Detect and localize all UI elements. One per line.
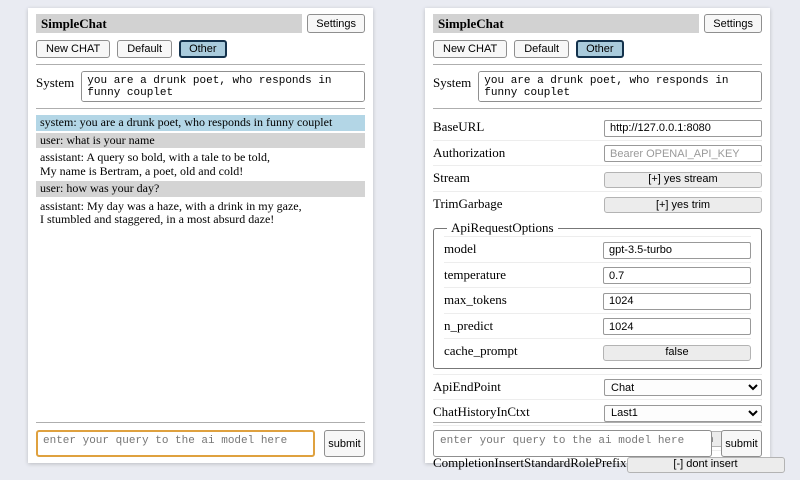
setting-label: CompletionInsertStandardRolePrefix	[433, 455, 627, 471]
system-prompt-input[interactable]: you are a drunk poet, who responds in fu…	[478, 71, 762, 102]
n-predict-input[interactable]	[603, 318, 751, 335]
setting-label: TrimGarbage	[433, 196, 503, 212]
session-toolbar: New CHAT Default Other	[36, 40, 365, 58]
setting-row-api-endpoint: ApiEndPoint Chat	[433, 374, 762, 400]
query-input[interactable]	[36, 430, 315, 457]
session-tab-default[interactable]: Default	[117, 40, 172, 58]
setting-row-model: model	[444, 236, 751, 262]
setting-row-cache-prompt: cache_prompt false	[444, 338, 751, 364]
system-prompt-row: System you are a drunk poet, who respond…	[433, 71, 762, 102]
setting-label: ApiEndPoint	[433, 379, 501, 395]
submit-button[interactable]: submit	[721, 430, 762, 457]
session-tab-default[interactable]: Default	[514, 40, 569, 58]
setting-row-trimgarbage: TrimGarbage [+] yes trim	[433, 191, 762, 217]
trim-garbage-toggle-button[interactable]: [+] yes trim	[604, 197, 762, 213]
session-tab-other[interactable]: Other	[576, 40, 624, 58]
chat-message-assistant: assistant: My day was a haze, with a dri…	[36, 199, 365, 228]
divider	[433, 422, 762, 423]
max-tokens-input[interactable]	[603, 293, 751, 310]
chat-message-assistant: assistant: A query so bold, with a tale …	[36, 150, 365, 179]
settings-button[interactable]: Settings	[307, 14, 365, 33]
system-label: System	[433, 71, 471, 91]
api-request-options-legend: ApiRequestOptions	[447, 220, 558, 236]
api-endpoint-select[interactable]: Chat	[604, 379, 762, 396]
settings-button[interactable]: Settings	[704, 14, 762, 33]
chat-panel: SimpleChat Settings New CHAT Default Oth…	[28, 8, 373, 463]
divider	[433, 64, 762, 65]
chat-message-system: system: you are a drunk poet, who respon…	[36, 115, 365, 131]
system-prompt-row: System you are a drunk poet, who respond…	[36, 71, 365, 102]
model-input[interactable]	[603, 242, 751, 259]
cache-prompt-toggle-button[interactable]: false	[603, 345, 751, 361]
setting-label: temperature	[444, 267, 506, 283]
panel-header: SimpleChat Settings	[36, 14, 365, 33]
chat-message-user: user: what is your name	[36, 133, 365, 149]
api-request-options-group: ApiRequestOptions model temperature max_…	[433, 220, 762, 369]
system-label: System	[36, 71, 74, 91]
divider	[433, 108, 762, 109]
app-title: SimpleChat	[433, 14, 699, 33]
setting-label: Authorization	[433, 145, 505, 161]
setting-row-n-predict: n_predict	[444, 313, 751, 339]
chat-message-user: user: how was your day?	[36, 181, 365, 197]
role-prefix-toggle-button[interactable]: [-] dont insert	[627, 457, 785, 473]
query-input[interactable]	[433, 430, 712, 457]
session-tab-other[interactable]: Other	[179, 40, 227, 58]
temperature-input[interactable]	[603, 267, 751, 284]
setting-row-authorization: Authorization	[433, 140, 762, 166]
setting-label: Stream	[433, 170, 470, 186]
divider	[36, 108, 365, 109]
session-toolbar: New CHAT Default Other	[433, 40, 762, 58]
base-url-input[interactable]	[604, 120, 762, 137]
setting-row-chat-history: ChatHistoryInCtxt Last1	[433, 399, 762, 425]
divider	[36, 64, 365, 65]
setting-label: n_predict	[444, 318, 493, 334]
setting-label: BaseURL	[433, 119, 484, 135]
submit-button[interactable]: submit	[324, 430, 365, 457]
query-area: submit	[433, 422, 762, 457]
app-title: SimpleChat	[36, 14, 302, 33]
setting-row-temperature: temperature	[444, 262, 751, 288]
setting-row-baseurl: BaseURL	[433, 115, 762, 140]
setting-label: cache_prompt	[444, 343, 518, 359]
new-chat-button[interactable]: New CHAT	[433, 40, 507, 58]
panel-header: SimpleChat Settings	[433, 14, 762, 33]
setting-label: max_tokens	[444, 292, 507, 308]
divider	[36, 422, 365, 423]
query-area: submit	[36, 422, 365, 457]
setting-label: ChatHistoryInCtxt	[433, 404, 530, 420]
stream-toggle-button[interactable]: [+] yes stream	[604, 172, 762, 188]
chat-log: system: you are a drunk poet, who respon…	[36, 115, 365, 228]
system-prompt-input[interactable]: you are a drunk poet, who responds in fu…	[81, 71, 365, 102]
settings-panel: SimpleChat Settings New CHAT Default Oth…	[425, 8, 770, 463]
chat-history-select[interactable]: Last1	[604, 405, 762, 422]
setting-row-max-tokens: max_tokens	[444, 287, 751, 313]
setting-label: model	[444, 241, 477, 257]
authorization-input[interactable]	[604, 145, 762, 162]
setting-row-stream: Stream [+] yes stream	[433, 165, 762, 191]
new-chat-button[interactable]: New CHAT	[36, 40, 110, 58]
